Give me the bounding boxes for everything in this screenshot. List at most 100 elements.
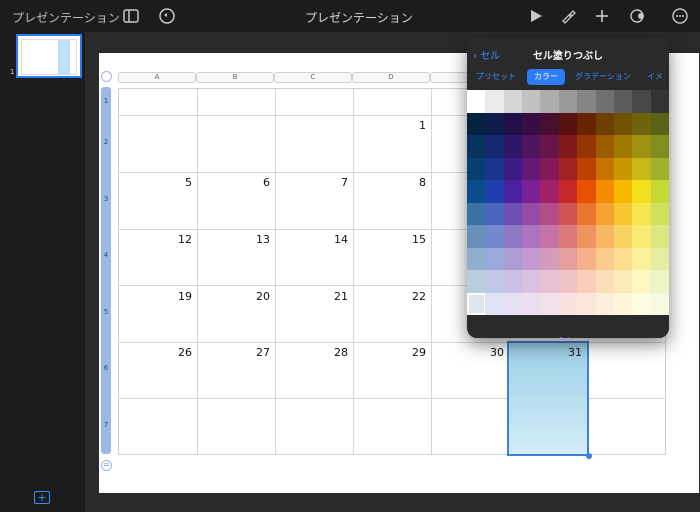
color-swatch[interactable] <box>613 112 633 135</box>
color-swatch[interactable] <box>613 225 633 248</box>
color-swatch[interactable] <box>613 180 633 203</box>
color-swatch[interactable] <box>595 90 615 113</box>
tab-preset[interactable]: プリセット <box>473 69 519 85</box>
add-row-handle[interactable]: = <box>101 460 112 471</box>
color-swatch[interactable] <box>503 270 523 293</box>
color-swatch[interactable] <box>632 157 652 180</box>
color-swatch[interactable] <box>595 247 615 270</box>
color-swatch[interactable] <box>595 157 615 180</box>
undo-icon[interactable] <box>158 7 176 25</box>
color-swatch[interactable] <box>558 180 578 203</box>
color-swatch[interactable] <box>522 90 541 113</box>
color-swatch[interactable] <box>522 292 541 315</box>
color-swatch[interactable] <box>503 135 523 158</box>
color-swatch[interactable] <box>558 225 578 248</box>
color-swatch[interactable] <box>558 135 578 158</box>
color-swatch[interactable] <box>485 225 505 248</box>
more-icon[interactable] <box>671 7 689 25</box>
color-swatch[interactable] <box>485 292 505 315</box>
color-swatch[interactable] <box>540 292 560 315</box>
color-swatch[interactable] <box>650 157 669 180</box>
color-swatch[interactable] <box>632 247 652 270</box>
color-swatch[interactable] <box>485 90 505 113</box>
add-slide-button[interactable]: + <box>34 491 50 504</box>
color-swatch[interactable] <box>613 292 633 315</box>
color-swatch[interactable] <box>650 225 669 248</box>
color-swatch[interactable] <box>577 247 597 270</box>
color-swatch[interactable] <box>595 270 615 293</box>
color-swatch[interactable] <box>522 157 541 180</box>
color-swatch[interactable] <box>558 90 578 113</box>
color-swatch[interactable] <box>613 157 633 180</box>
color-swatch[interactable] <box>467 157 486 180</box>
color-swatch[interactable] <box>485 247 505 270</box>
color-swatch[interactable] <box>632 270 652 293</box>
color-swatch[interactable] <box>595 180 615 203</box>
color-swatch[interactable] <box>467 90 486 113</box>
color-swatch[interactable] <box>522 225 541 248</box>
tab-color[interactable]: カラー <box>527 69 565 85</box>
color-swatch[interactable] <box>650 202 669 225</box>
color-swatch[interactable] <box>558 270 578 293</box>
sidebar-toggle-icon[interactable] <box>122 7 140 25</box>
color-swatch[interactable] <box>558 112 578 135</box>
format-brush-icon[interactable] <box>559 7 577 25</box>
selection-handle[interactable] <box>586 453 592 459</box>
table-select-handle[interactable] <box>101 71 112 82</box>
color-swatch[interactable] <box>558 202 578 225</box>
color-swatch[interactable] <box>650 180 669 203</box>
column-header-c[interactable]: C <box>274 72 352 83</box>
color-swatch[interactable] <box>540 247 560 270</box>
color-swatch[interactable] <box>577 157 597 180</box>
color-swatch[interactable] <box>503 247 523 270</box>
color-swatch[interactable] <box>485 202 505 225</box>
color-swatch[interactable] <box>613 270 633 293</box>
color-swatch[interactable] <box>632 90 652 113</box>
tab-gradient[interactable]: グラデーション <box>571 69 635 85</box>
documents-button[interactable]: プレゼンテーション <box>12 9 120 26</box>
color-swatch[interactable] <box>522 202 541 225</box>
column-header-d[interactable]: D <box>352 72 430 83</box>
color-swatch[interactable] <box>503 112 523 135</box>
color-swatch[interactable] <box>503 292 523 315</box>
color-swatch[interactable] <box>650 270 669 293</box>
color-swatch[interactable] <box>467 292 486 315</box>
color-swatch[interactable] <box>485 270 505 293</box>
color-swatch[interactable] <box>503 157 523 180</box>
add-icon[interactable] <box>593 7 611 25</box>
color-swatch[interactable] <box>522 270 541 293</box>
color-swatch[interactable] <box>650 292 669 315</box>
color-swatch[interactable] <box>540 112 560 135</box>
color-swatch[interactable] <box>613 135 633 158</box>
color-swatch[interactable] <box>540 90 560 113</box>
color-swatch[interactable] <box>540 135 560 158</box>
color-swatch[interactable] <box>595 202 615 225</box>
color-swatch[interactable] <box>613 202 633 225</box>
collaborate-icon[interactable] <box>629 7 647 25</box>
color-swatch[interactable] <box>577 135 597 158</box>
color-swatch[interactable] <box>632 135 652 158</box>
color-swatch[interactable] <box>650 247 669 270</box>
color-swatch[interactable] <box>485 157 505 180</box>
color-swatch[interactable] <box>632 112 652 135</box>
color-swatch[interactable] <box>577 225 597 248</box>
color-swatch[interactable] <box>558 157 578 180</box>
color-swatch[interactable] <box>595 292 615 315</box>
color-swatch[interactable] <box>485 180 505 203</box>
color-swatch[interactable] <box>522 180 541 203</box>
color-swatch[interactable] <box>595 112 615 135</box>
color-swatch[interactable] <box>540 202 560 225</box>
color-swatch[interactable] <box>503 225 523 248</box>
color-swatch[interactable] <box>577 90 597 113</box>
color-swatch[interactable] <box>632 202 652 225</box>
color-swatch[interactable] <box>467 135 486 158</box>
color-swatch[interactable] <box>650 112 669 135</box>
color-swatch[interactable] <box>650 135 669 158</box>
color-swatch[interactable] <box>467 270 486 293</box>
color-swatch[interactable] <box>540 180 560 203</box>
color-swatch[interactable] <box>467 112 486 135</box>
color-swatch[interactable] <box>577 202 597 225</box>
color-swatch[interactable] <box>577 270 597 293</box>
color-swatch[interactable] <box>595 225 615 248</box>
color-swatch[interactable] <box>558 292 578 315</box>
